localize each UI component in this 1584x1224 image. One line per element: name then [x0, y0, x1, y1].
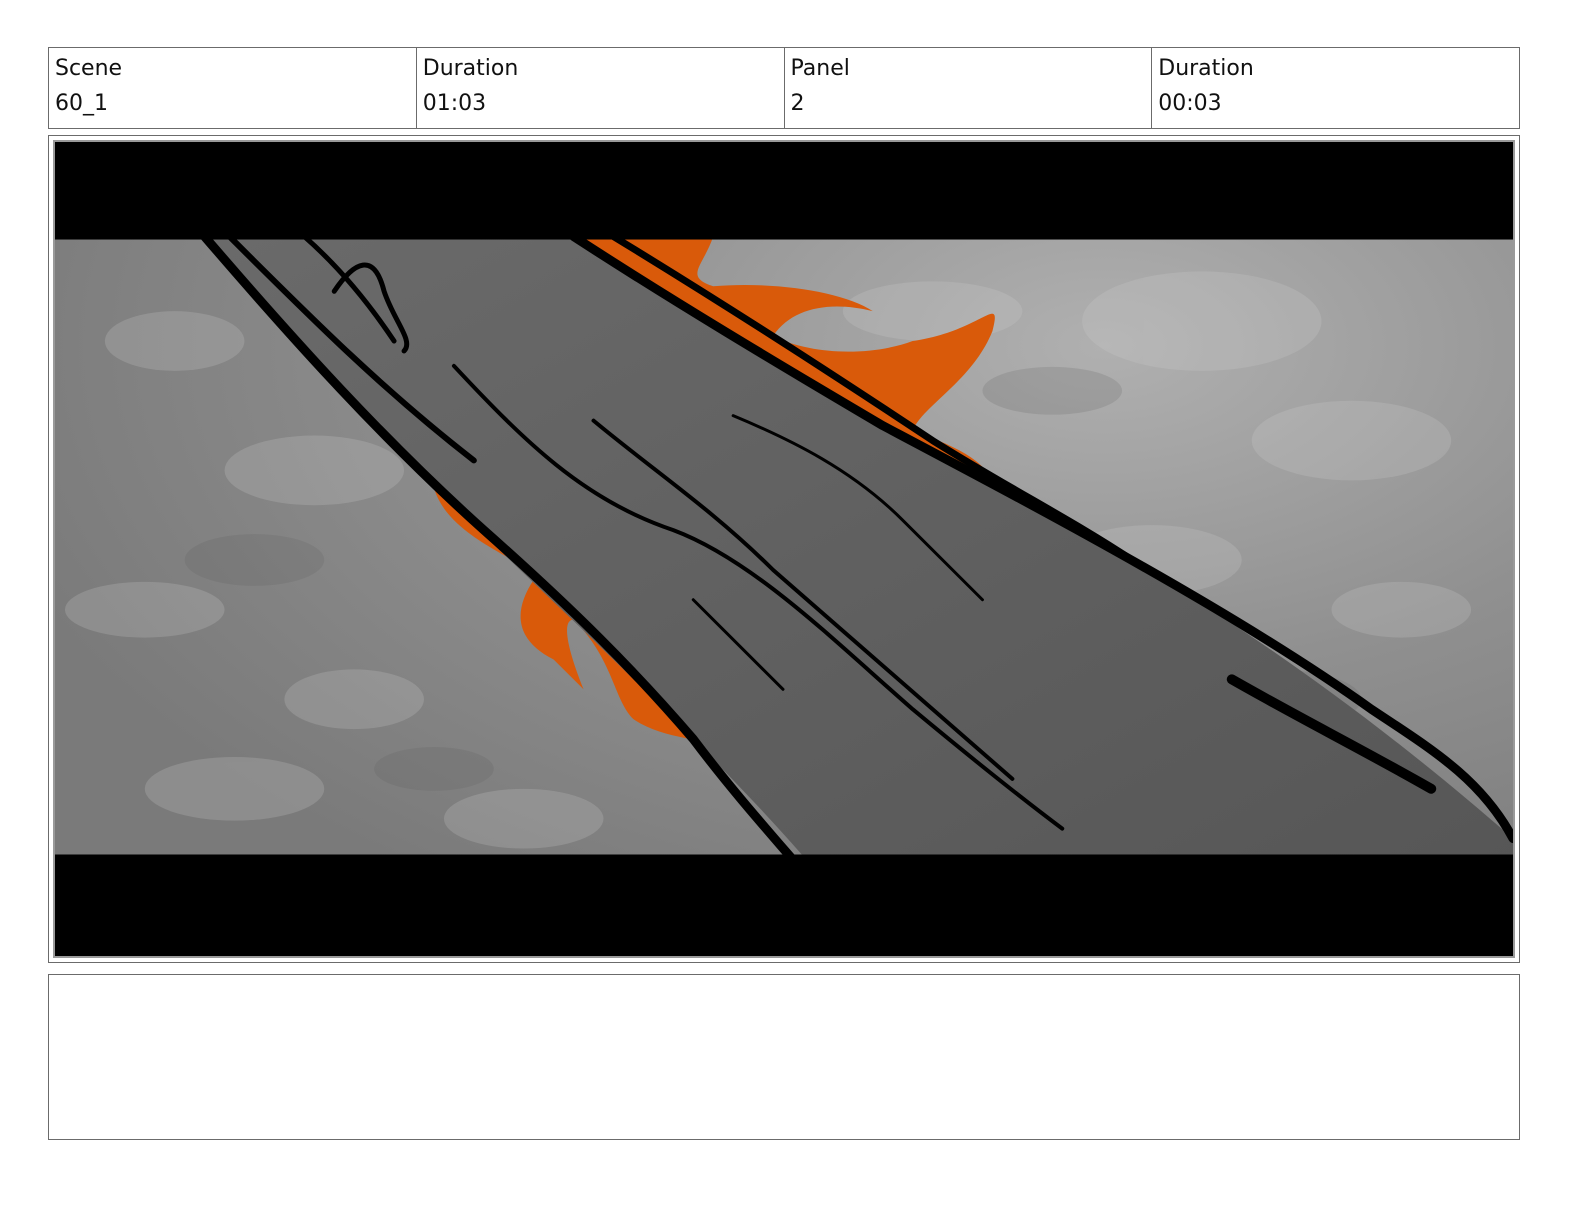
panel-notes-box[interactable]	[48, 974, 1520, 1140]
panel-cell: Panel 2	[785, 48, 1153, 128]
scene-value: 60_1	[55, 91, 108, 116]
scene-duration-cell: Duration 01:03	[417, 48, 785, 128]
panel-duration-value: 00:03	[1158, 91, 1222, 116]
scene-label: Scene	[55, 56, 123, 81]
panel-duration-cell: Duration 00:03	[1152, 48, 1519, 128]
panel-label: Panel	[790, 56, 850, 81]
scene-cell: Scene 60_1	[49, 48, 417, 128]
letterbox-bottom	[55, 854, 1513, 956]
panel-value: 2	[790, 91, 805, 116]
scene-duration-label: Duration	[422, 56, 519, 81]
shot-info-table: Scene 60_1 Duration 01:03 Panel 2 Durati…	[48, 47, 1520, 129]
storyboard-panel-frame	[48, 135, 1520, 963]
panel-drawing	[55, 142, 1513, 956]
letterbox-top	[55, 142, 1513, 240]
storyboard-panel-image	[53, 140, 1515, 958]
scene-duration-value: 01:03	[422, 91, 487, 116]
panel-duration-label: Duration	[1158, 56, 1254, 81]
